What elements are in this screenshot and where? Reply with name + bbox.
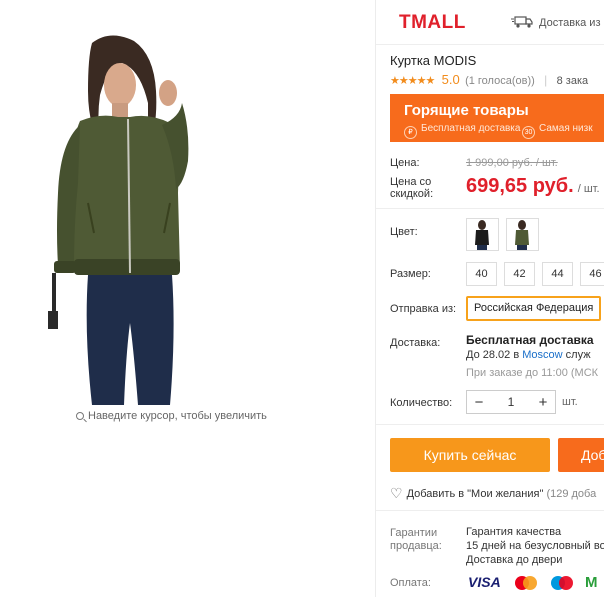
heart-plus-icon: ♡ <box>390 485 403 501</box>
delivery-city-link[interactable]: Moscow <box>522 349 562 361</box>
rating-separator: | <box>544 73 548 87</box>
magnifier-icon <box>76 412 84 420</box>
quantity-unit: шт. <box>562 396 578 408</box>
seller-guarantee-label: Гарантии продавца: <box>390 527 442 552</box>
quantity-input[interactable]: 1 <box>491 395 531 409</box>
delivery-label: Доставка: <box>390 337 441 349</box>
add-to-cart-button[interactable]: Доб <box>558 438 604 472</box>
zoom-hint: Наведите курсор, чтобы увеличить <box>76 410 267 422</box>
truck-icon <box>511 16 533 28</box>
thirty-days-icon: 30 <box>522 126 535 139</box>
guarantee-item: Гарантия качества <box>466 526 562 538</box>
color-swatch-black[interactable] <box>466 218 499 251</box>
maestro-logo <box>551 576 573 590</box>
hot-deals-banner[interactable]: Горящие товары ₽ Бесплатная доставка 30 Са… <box>390 94 604 142</box>
black-jacket-thumbnail <box>475 220 489 250</box>
payment-label: Оплата: <box>390 577 431 589</box>
delivery-from-header[interactable]: Доставка из <box>511 16 600 29</box>
ship-from-select[interactable]: Российская Федерация <box>466 296 601 321</box>
mir-logo: М <box>585 574 598 591</box>
lowest-price-feature: 30 Самая низк <box>522 123 593 139</box>
mastercard-logo <box>515 576 537 590</box>
product-info-panel: TMALL Доставка из Куртка MODIS ★★★★★ 5.0… <box>376 0 604 597</box>
rating-row: ★★★★★ 5.0 (1 голоса(ов)) | 8 зака <box>390 72 588 87</box>
wishlist-divider <box>376 510 604 511</box>
wishlist-count: (129 доба <box>546 488 597 500</box>
product-title: Куртка MODIS <box>390 53 477 68</box>
product-photo[interactable] <box>30 33 230 405</box>
quantity-stepper: − 1 + <box>466 390 556 414</box>
size-option-42[interactable]: 42 <box>504 262 535 286</box>
product-gallery: Наведите курсор, чтобы увеличить <box>0 0 375 597</box>
quantity-plus-button[interactable]: + <box>531 394 555 411</box>
old-price: 1 999,00 руб. / шт. <box>466 157 558 169</box>
hot-deals-title: Горящие товары <box>404 102 529 119</box>
delivery-date: До 28.02 в Moscow служ <box>466 349 591 361</box>
add-to-wishlist-link[interactable]: ♡ Добавить в "Мои желания" (129 доба <box>390 485 596 502</box>
ship-from-label: Отправка из: <box>390 303 457 315</box>
size-option-46[interactable]: 46 <box>580 262 604 286</box>
actions-divider <box>376 424 604 425</box>
buy-now-button[interactable]: Купить сейчас <box>390 438 550 472</box>
color-label: Цвет: <box>390 226 418 238</box>
delivery-order-note: При заказе до 11:00 (МСК <box>466 367 599 379</box>
orders-count: 8 зака <box>556 75 589 87</box>
guarantee-item: 15 дней на безусловный во <box>466 540 604 552</box>
free-delivery-feature: ₽ Бесплатная доставка <box>404 123 520 139</box>
discount-price: 699,65 руб. / шт. <box>466 175 600 197</box>
size-option-40[interactable]: 40 <box>466 262 497 286</box>
header-divider <box>376 44 604 45</box>
rating-stars-icon: ★★★★★ <box>390 75 435 87</box>
discount-price-label: Цена со скидкой: <box>390 176 434 200</box>
ruble-icon: ₽ <box>404 126 417 139</box>
rating-value: 5.0 <box>441 72 460 87</box>
tmall-logo[interactable]: TMALL <box>399 12 466 34</box>
guarantee-item: Доставка до двери <box>466 554 563 566</box>
quantity-label: Количество: <box>390 397 453 409</box>
delivery-title: Бесплатная доставка <box>466 333 594 347</box>
votes-link[interactable]: (1 голоса(ов)) <box>465 75 535 87</box>
price-divider <box>376 208 604 209</box>
size-label: Размер: <box>390 268 431 280</box>
visa-logo: VISA <box>468 574 501 590</box>
color-swatch-green[interactable] <box>506 218 539 251</box>
green-jacket-thumbnail <box>515 220 529 250</box>
price-label: Цена: <box>390 157 420 169</box>
size-option-44[interactable]: 44 <box>542 262 573 286</box>
quantity-minus-button[interactable]: − <box>467 394 491 411</box>
